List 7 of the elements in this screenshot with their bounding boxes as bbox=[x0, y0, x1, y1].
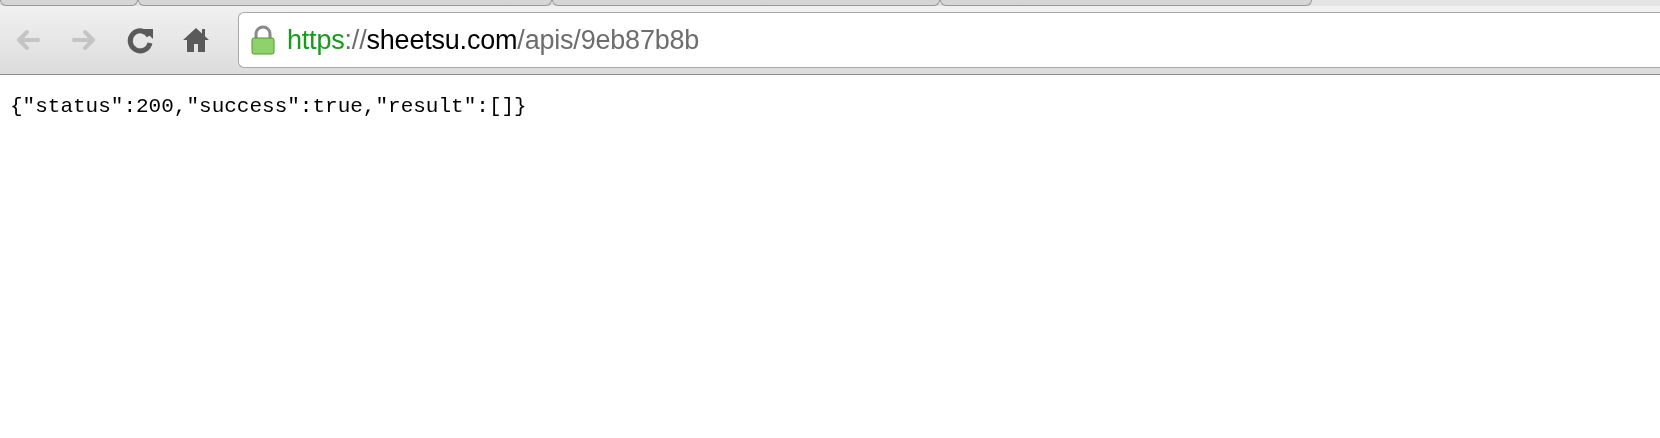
address-bar[interactable]: https://sheetsu.com/apis/9eb87b8b bbox=[238, 12, 1660, 68]
url-text: https://sheetsu.com/apis/9eb87b8b bbox=[287, 23, 700, 57]
browser-tab[interactable] bbox=[552, 0, 940, 6]
browser-tab[interactable] bbox=[0, 0, 138, 6]
json-response-text: {"status":200,"success":true,"result":[]} bbox=[9, 94, 528, 120]
browser-tab[interactable] bbox=[138, 0, 552, 6]
browser-tab[interactable] bbox=[940, 0, 1312, 6]
